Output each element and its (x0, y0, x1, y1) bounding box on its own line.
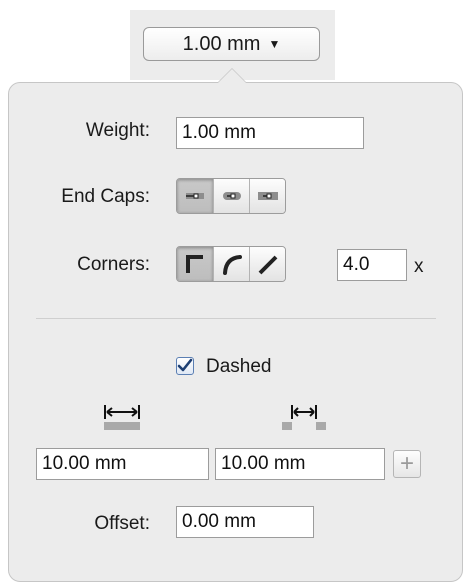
round-join-icon[interactable] (213, 247, 249, 281)
checkmark-icon (177, 358, 193, 372)
weight-label: Weight: (85, 120, 150, 141)
butt-cap-icon[interactable] (177, 179, 213, 213)
miter-limit-field[interactable]: 4.0 (337, 249, 407, 281)
gap-length-icon (282, 401, 326, 436)
bevel-join-icon[interactable] (249, 247, 285, 281)
dashed-label: Dashed (206, 356, 272, 377)
plus-icon: + (399, 450, 414, 477)
offset-field[interactable]: 0.00 mm (176, 506, 314, 538)
round-cap-icon[interactable] (213, 179, 249, 213)
projecting-cap-icon[interactable] (249, 179, 285, 213)
weight-field[interactable]: 1.00 mm (176, 117, 364, 149)
corners-segmented-control (176, 246, 286, 282)
dashed-checkbox[interactable] (176, 357, 194, 375)
popover-arrow (217, 68, 247, 83)
stroke-weight-dropdown[interactable]: 1.00 mm ▼ (143, 27, 320, 61)
dash-length-icon (103, 401, 141, 436)
section-divider (36, 318, 436, 319)
miter-join-icon[interactable] (177, 247, 213, 281)
miter-unit-label: x (414, 256, 424, 277)
gap-length-field[interactable]: 10.00 mm (215, 448, 385, 480)
corners-label: Corners: (77, 254, 150, 275)
end-caps-segmented-control (176, 178, 286, 214)
add-dash-button[interactable]: + (393, 450, 421, 478)
offset-label: Offset: (94, 513, 150, 534)
dash-length-field[interactable]: 10.00 mm (36, 448, 209, 480)
caret-down-icon: ▼ (268, 37, 281, 51)
stroke-weight-dropdown-value: 1.00 mm (182, 32, 261, 55)
end-caps-label: End Caps: (61, 186, 150, 207)
